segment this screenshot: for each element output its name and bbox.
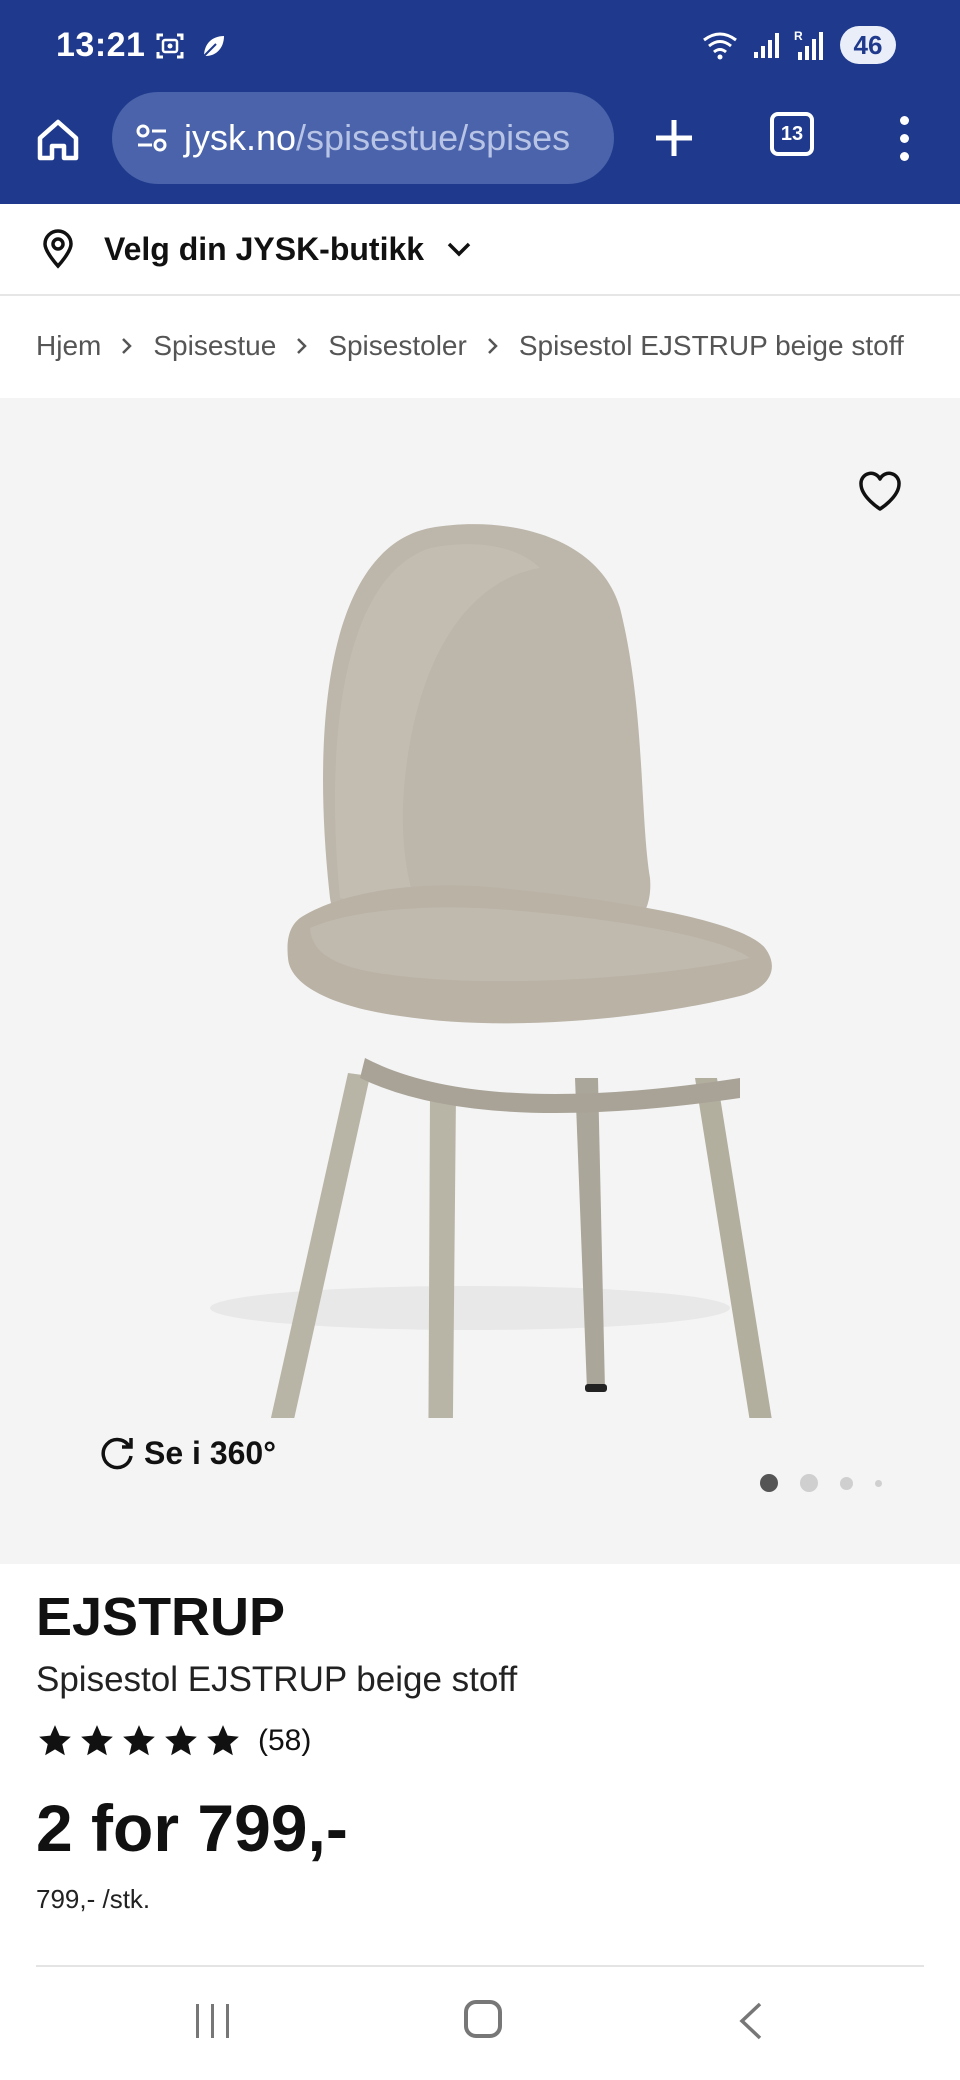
star-icon (207, 1725, 239, 1756)
more-dot (899, 115, 909, 125)
url-text: jysk.no/spisestue/spises (184, 117, 570, 159)
product-brand: EJSTRUP (36, 1587, 286, 1647)
product-image (210, 524, 772, 1418)
new-tab-button[interactable] (646, 110, 702, 166)
star-icon (123, 1725, 155, 1756)
more-dot (899, 151, 909, 161)
svg-text:R: R (794, 29, 803, 43)
star-icon (39, 1725, 71, 1756)
more-dot (899, 133, 909, 143)
screenshot-icon (156, 33, 184, 59)
leaf-icon (203, 36, 224, 57)
url-bar[interactable]: jysk.no/spisestue/spises (112, 92, 614, 184)
status-bar: 13:21 R 46 (0, 0, 960, 92)
pagination-dot[interactable] (800, 1474, 818, 1492)
wifi-icon (703, 32, 737, 60)
location-pin-icon (43, 229, 73, 269)
browser-chrome: 13:21 R 46 jysk.no/spisestue/spises 13 (0, 0, 960, 204)
gallery-pagination (760, 1474, 882, 1492)
plus-icon (656, 120, 692, 156)
back-icon[interactable] (736, 2000, 766, 2042)
browser-toolbar: jysk.no/spisestue/spises 13 (0, 92, 960, 204)
status-right: R 46 (700, 26, 896, 64)
home-button[interactable] (30, 112, 86, 168)
product-gallery[interactable]: Se i 360° (0, 398, 960, 1564)
recents-bar (226, 2004, 229, 2038)
product-price: 2 for 799,- (36, 1791, 348, 1865)
star-icon (81, 1725, 113, 1756)
breadcrumb-item-hjem[interactable]: Hjem (36, 330, 101, 362)
view-360-button[interactable]: Se i 360° (98, 1434, 276, 1472)
signal-roaming-icon: R (794, 29, 823, 60)
pagination-dot[interactable] (875, 1479, 882, 1487)
system-home-button[interactable] (464, 2000, 502, 2038)
home-icon (37, 119, 79, 161)
status-time: 13:21 (56, 26, 146, 64)
system-nav-bar (0, 1968, 960, 2080)
unit-price: 799,- /stk. (36, 1884, 151, 1914)
breadcrumb: Hjem Spisestue Spisestoler Spisestol EJS… (36, 330, 904, 362)
rating-stars (36, 1722, 242, 1760)
more-menu-button[interactable] (886, 106, 922, 170)
review-count: (58) (258, 1724, 312, 1757)
product-name: Spisestol EJSTRUP beige stoff (36, 1660, 518, 1699)
heart-icon[interactable] (856, 468, 904, 516)
divider (36, 1965, 924, 1967)
chevron-right-icon (296, 337, 308, 355)
site-settings-icon[interactable] (134, 120, 170, 156)
signal-icon (754, 33, 779, 58)
store-selector[interactable]: Velg din JYSK-butikk (0, 204, 960, 296)
url-path: /spisestue/spises (296, 117, 571, 158)
rotate-icon (101, 1437, 133, 1470)
star-icon (165, 1725, 197, 1756)
chevron-right-icon (487, 337, 499, 355)
status-left-icons (154, 30, 228, 62)
view-360-label: Se i 360° (144, 1434, 276, 1471)
recents-bar (196, 2004, 199, 2038)
pagination-dot[interactable] (840, 1476, 853, 1490)
chevron-right-icon (121, 337, 133, 355)
url-domain: jysk.no (184, 117, 297, 158)
battery-indicator: 46 (840, 26, 896, 64)
store-selector-label: Velg din JYSK-butikk (104, 230, 425, 267)
breadcrumb-item-spisestue[interactable]: Spisestue (153, 330, 276, 362)
chevron-down-icon (447, 242, 471, 257)
recent-apps-button[interactable] (196, 2004, 229, 2038)
breadcrumb-item-current: Spisestol EJSTRUP beige stoff (518, 330, 904, 361)
tab-switcher-button[interactable]: 13 (770, 112, 814, 156)
pagination-dot-active[interactable] (760, 1474, 778, 1492)
recents-bar (211, 2004, 214, 2038)
breadcrumb-item-spisestoler[interactable]: Spisestoler (328, 330, 467, 362)
product-rating[interactable]: (58) (36, 1722, 311, 1760)
